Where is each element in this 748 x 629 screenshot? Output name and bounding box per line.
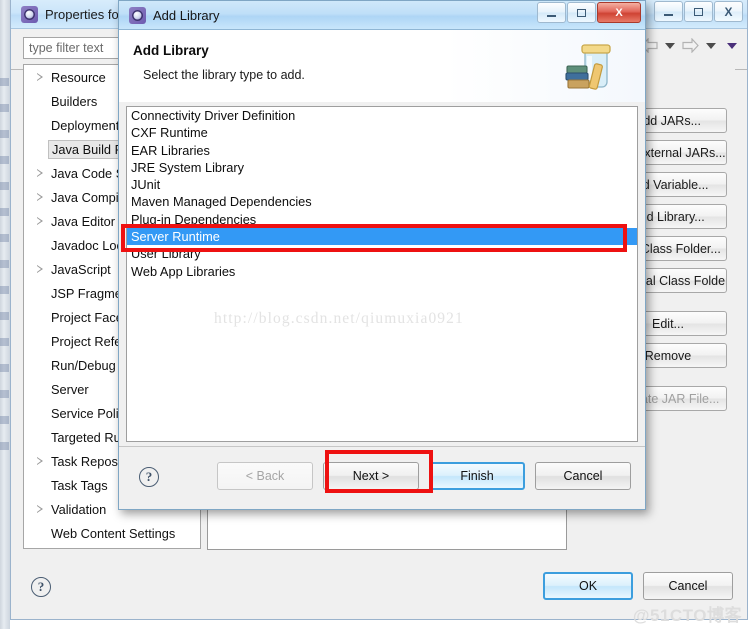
tree-item-label: Resource [51,69,106,85]
tree-item-label: Task Tags [51,477,108,493]
minimize-icon [547,15,556,17]
expand-triangle-icon[interactable] [37,216,51,226]
screenshot-root: Properties for X type filter text Resour… [0,0,748,629]
library-list-item[interactable]: JUnit [127,176,637,193]
back-button[interactable]: < Back [217,462,313,490]
back-history-chevron-down-icon[interactable] [665,42,675,49]
library-jar-books-icon [565,36,623,96]
maximize-button[interactable] [684,1,713,22]
properties-footer: ? OK Cancel [23,557,735,609]
csdn-watermark: http://blog.csdn.net/qiumuxia0921 [214,310,464,327]
finish-button[interactable]: Finish [429,462,525,490]
wizard-page-description: Select the library type to add. [143,68,305,82]
add-library-titlebar: Add Library X [119,1,645,30]
chevron-right-icon [37,72,44,82]
library-list-item[interactable]: EAR Libraries [127,142,637,159]
tree-item-label: Validation [51,501,107,517]
forward-arrow-icon[interactable] [682,38,699,53]
library-list-item[interactable]: User Library [127,245,637,262]
close-button[interactable]: X [714,1,743,22]
expand-triangle-icon[interactable] [37,168,51,178]
background-window-sliver [0,0,10,629]
background-window-content [0,60,9,460]
tree-item-label: Builders [51,93,98,109]
tree-item-label: Java Editor [51,213,116,229]
tree-item-label: JavaScript [51,261,111,277]
chevron-right-icon [37,456,44,466]
expand-triangle-icon[interactable] [37,504,51,514]
close-icon: X [615,6,623,19]
add-library-footer: ? < Back Next > Finish Cancel [119,446,645,509]
tree-item-label: Server [51,381,89,397]
expand-triangle-icon[interactable] [37,192,51,202]
dialog-cancel-button[interactable]: Cancel [535,462,631,490]
properties-footer-buttons: OK Cancel [543,572,733,600]
tree-item-web-content-settings[interactable]: Web Content Settings [24,521,200,545]
tree-item-label: Web Content Settings [51,525,176,541]
help-icon[interactable]: ? [31,577,51,597]
minimize-icon [664,14,673,16]
ok-button[interactable]: OK [543,572,633,600]
add-library-body: Connectivity Driver Definition CXF Runtim… [119,102,645,447]
next-button[interactable]: Next > [323,462,419,490]
dialog-close-button[interactable]: X [597,2,641,23]
expand-triangle-icon[interactable] [37,264,51,274]
library-type-list[interactable]: Connectivity Driver Definition CXF Runtim… [126,106,638,442]
dialog-help-icon[interactable]: ? [139,467,159,487]
maximize-icon [694,7,703,16]
wizard-buttons: < Back Next > Finish Cancel [217,462,631,490]
properties-nav-buttons [641,38,741,53]
cancel-button[interactable]: Cancel [643,572,733,600]
eclipse-wizard-icon [129,6,146,24]
properties-window-title: Properties for [45,6,124,22]
chevron-right-icon [37,168,44,178]
library-list-item[interactable]: Plug-in Dependencies [127,211,637,228]
close-icon: X [724,4,733,19]
tree-item-web-page-editor[interactable]: Web Page Editor [24,545,200,548]
library-list-item[interactable]: Web App Libraries [127,263,637,280]
expand-triangle-icon[interactable] [37,72,51,82]
library-list-item[interactable]: Maven Managed Dependencies [127,193,637,210]
library-list-item[interactable]: JRE System Library [127,159,637,176]
properties-window-controls: X [654,1,743,22]
add-library-title: Add Library [153,7,220,23]
add-library-dialog: Add Library X Add Library Select the lib… [118,0,646,510]
cto-watermark: @51CTO博客 [632,606,742,625]
view-menu-chevron-down-icon[interactable] [727,42,737,49]
library-list-item[interactable]: Connectivity Driver Definition [127,107,637,124]
library-list-item[interactable]: CXF Runtime [127,124,637,141]
dialog-maximize-button[interactable] [567,2,596,23]
wizard-page-title: Add Library [133,43,209,58]
eclipse-properties-icon [21,5,38,23]
chevron-right-icon [37,192,44,202]
add-library-window-controls: X [537,2,641,23]
forward-history-chevron-down-icon[interactable] [706,42,716,49]
expand-triangle-icon[interactable] [37,456,51,466]
chevron-right-icon [37,504,44,514]
minimize-button[interactable] [654,1,683,22]
chevron-right-icon [37,216,44,226]
maximize-icon [577,8,586,17]
add-library-header: Add Library Select the library type to a… [119,30,645,103]
dialog-minimize-button[interactable] [537,2,566,23]
chevron-right-icon [37,264,44,274]
library-list-item-selected[interactable]: Server Runtime [127,228,637,246]
